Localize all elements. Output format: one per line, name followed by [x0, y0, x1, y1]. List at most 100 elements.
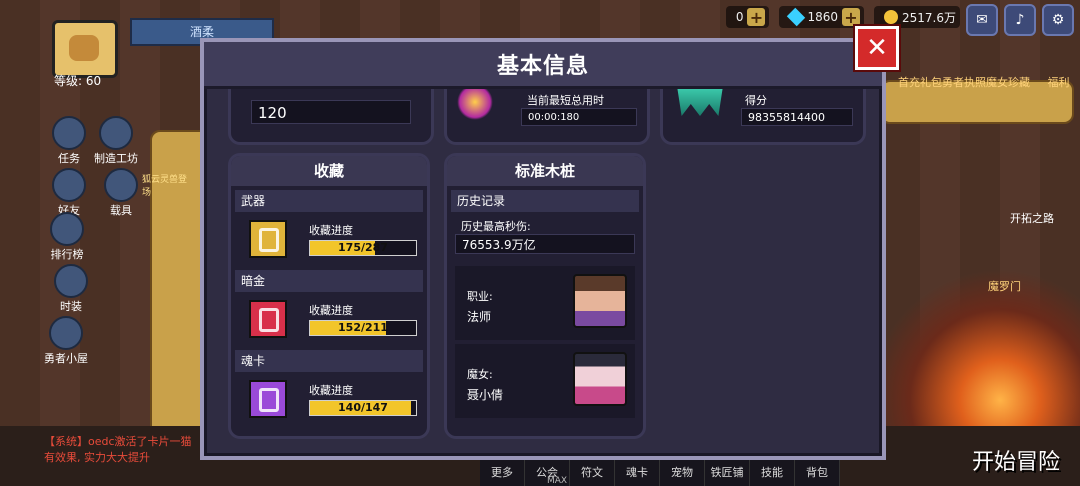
timer-icon — [457, 89, 493, 120]
top-card-middle: 当前最短总用时 00:00:180 — [444, 89, 650, 145]
standard-stake-card: 标准木桩 历史记录 历史最高秒伤: 76553.9万亿 职业: 法师 魔女: 聂… — [444, 153, 646, 439]
soul-card-icon — [249, 380, 287, 418]
dialog-body[interactable]: 120 当前最短总用时 00:00:180 得分 98355814400 收藏 … — [204, 89, 882, 456]
witch-label: 魔女: — [467, 368, 493, 381]
class-value: 法师 — [467, 310, 492, 324]
player-avatar[interactable] — [52, 20, 118, 78]
event-label[interactable]: 狐云灵兽登场 — [142, 172, 190, 198]
right-top-labels: 首充礼包勇者执照魔女珍藏 福利 — [898, 74, 1070, 90]
hero-license-label[interactable]: 勇者执照 — [942, 76, 986, 89]
mage-portrait-icon — [573, 274, 627, 328]
best-dps-value: 76553.9万亿 — [455, 234, 635, 254]
shortest-time-label: 当前最短总用时 — [527, 94, 604, 107]
dark-gold-progress-bar: 152/211 — [309, 320, 417, 336]
score-value: 98355814400 — [741, 108, 853, 126]
nav-label: 制造工坊 — [94, 152, 138, 165]
top-left-value: 120 — [251, 100, 411, 124]
demon-gate-label[interactable]: 魔罗门 — [988, 278, 1021, 294]
collection-row-header: 武器 — [235, 190, 423, 212]
nav-label: 时装 — [60, 300, 82, 313]
bottom-tab-soulcard[interactable]: 魂卡 — [615, 460, 660, 486]
nav-label: 排行榜 — [50, 248, 84, 261]
bottom-tab-smith[interactable]: 铁匠铺 — [705, 460, 750, 486]
house-icon — [49, 316, 83, 350]
collection-row-header: 暗金 — [235, 270, 423, 292]
history-header: 历史记录 — [451, 190, 639, 212]
collection-title: 收藏 — [231, 156, 427, 186]
nav-hero-house[interactable]: 勇者小屋 — [44, 316, 88, 366]
workshop-icon — [99, 116, 133, 150]
witch-value: 聂小倩 — [467, 388, 504, 402]
soul-card-progress-bar: 140/147 — [309, 400, 417, 416]
friends-icon — [52, 168, 86, 202]
welfare-label[interactable]: 福利 — [1048, 76, 1070, 89]
nav-vehicle[interactable]: 载具 — [104, 168, 138, 218]
diamond-icon — [787, 7, 806, 27]
score-label: 得分 — [745, 94, 767, 107]
progress-text: 152/211 — [338, 321, 388, 334]
progress-text: 175/287 — [338, 241, 388, 254]
top-right-icons: ✉ ♪ ⚙ — [966, 4, 1074, 36]
dialog-title: 基本信息 — [496, 54, 589, 79]
first-charge-label[interactable]: 首充礼包 — [898, 76, 942, 89]
chat-line: 【系统】oedc激活了卡片一猫 — [44, 435, 192, 448]
witch-treasure-label[interactable]: 魔女珍藏 — [986, 76, 1030, 89]
nav-label: 勇者小屋 — [44, 352, 88, 365]
pioneer-road-label[interactable]: 开拓之路 — [1010, 210, 1054, 226]
resource-bar: 0 + 1860 + 2517.6万 — [725, 6, 960, 28]
weapon-progress-bar: 175/287 — [309, 240, 417, 256]
witch-portrait-icon — [573, 352, 627, 406]
system-chat[interactable]: 【系统】oedc激活了卡片一猫 有效果, 实力大大提升 — [44, 434, 192, 466]
bottom-tab-pet[interactable]: 宠物 — [660, 460, 705, 486]
quest-icon — [52, 116, 86, 150]
bottom-tab-rune[interactable]: 符文 — [570, 460, 615, 486]
shortest-time-value: 00:00:180 — [521, 108, 637, 126]
mail-icon[interactable]: ✉ — [966, 4, 998, 36]
vehicle-icon — [104, 168, 138, 202]
best-dps-label: 历史最高秒伤: — [461, 220, 531, 233]
witch-panel: 魔女: 聂小倩 — [455, 344, 635, 418]
score-badge-icon — [677, 89, 723, 116]
diamond-resource: 1860 + — [779, 6, 864, 28]
close-x-icon: ✕ — [866, 33, 888, 63]
chat-line: 有效果, 实力大大提升 — [44, 451, 150, 464]
basic-info-dialog: 基本信息 120 当前最短总用时 00:00:180 得分 9835581440… — [200, 38, 886, 460]
weapon-icon — [249, 220, 287, 258]
nav-leaderboard[interactable]: 排行榜 — [50, 212, 84, 262]
class-panel: 职业: 法师 — [455, 266, 635, 340]
fashion-icon — [54, 264, 88, 298]
add-gem-button[interactable]: + — [747, 8, 766, 27]
progress-label: 收藏进度 — [309, 304, 353, 317]
bottom-tab-skill[interactable]: 技能 — [750, 460, 795, 486]
max-label: MAX — [547, 476, 568, 486]
gold-count: 2517.6万 — [902, 10, 956, 25]
dark-gold-icon — [249, 300, 287, 338]
top-card-right: 得分 98355814400 — [660, 89, 866, 145]
bottom-menu: 更多 公会 符文 魂卡 宠物 铁匠铺 技能 背包 — [480, 459, 840, 486]
add-diamond-button[interactable]: + — [842, 8, 860, 27]
bottom-tab-bag[interactable]: 背包 — [795, 460, 840, 486]
diamond-count: 1860 — [807, 10, 838, 24]
nav-friends[interactable]: 好友 — [52, 168, 86, 218]
bottom-tab-more[interactable]: 更多 — [480, 460, 525, 486]
close-button[interactable]: ✕ — [855, 26, 899, 70]
sound-icon[interactable]: ♪ — [1004, 4, 1036, 36]
gold-coin-icon — [884, 10, 898, 24]
nav-label: 载具 — [110, 204, 132, 217]
dialog-title-bar: 基本信息 — [204, 42, 882, 89]
progress-text: 140/147 — [338, 401, 388, 414]
trophy-icon — [50, 212, 84, 246]
nav-quest[interactable]: 任务 — [52, 116, 86, 166]
progress-label: 收藏进度 — [309, 224, 353, 237]
player-level: 等级: 60 — [54, 74, 102, 88]
nav-fashion[interactable]: 时装 — [54, 264, 88, 314]
collection-card: 收藏 武器 收藏进度 175/287 暗金 收藏进度 152/211 魂卡 收藏… — [228, 153, 430, 439]
start-adventure-button[interactable]: 开始冒险 — [972, 444, 1060, 476]
nav-workshop[interactable]: 制造工坊 — [94, 116, 138, 166]
settings-icon[interactable]: ⚙ — [1042, 4, 1074, 36]
gem-count: 0 — [735, 10, 744, 24]
nav-label: 任务 — [58, 152, 80, 165]
top-card-left: 120 — [228, 89, 434, 145]
gem-resource: 0 + — [725, 6, 770, 28]
gold-resource: 2517.6万 — [874, 6, 960, 28]
